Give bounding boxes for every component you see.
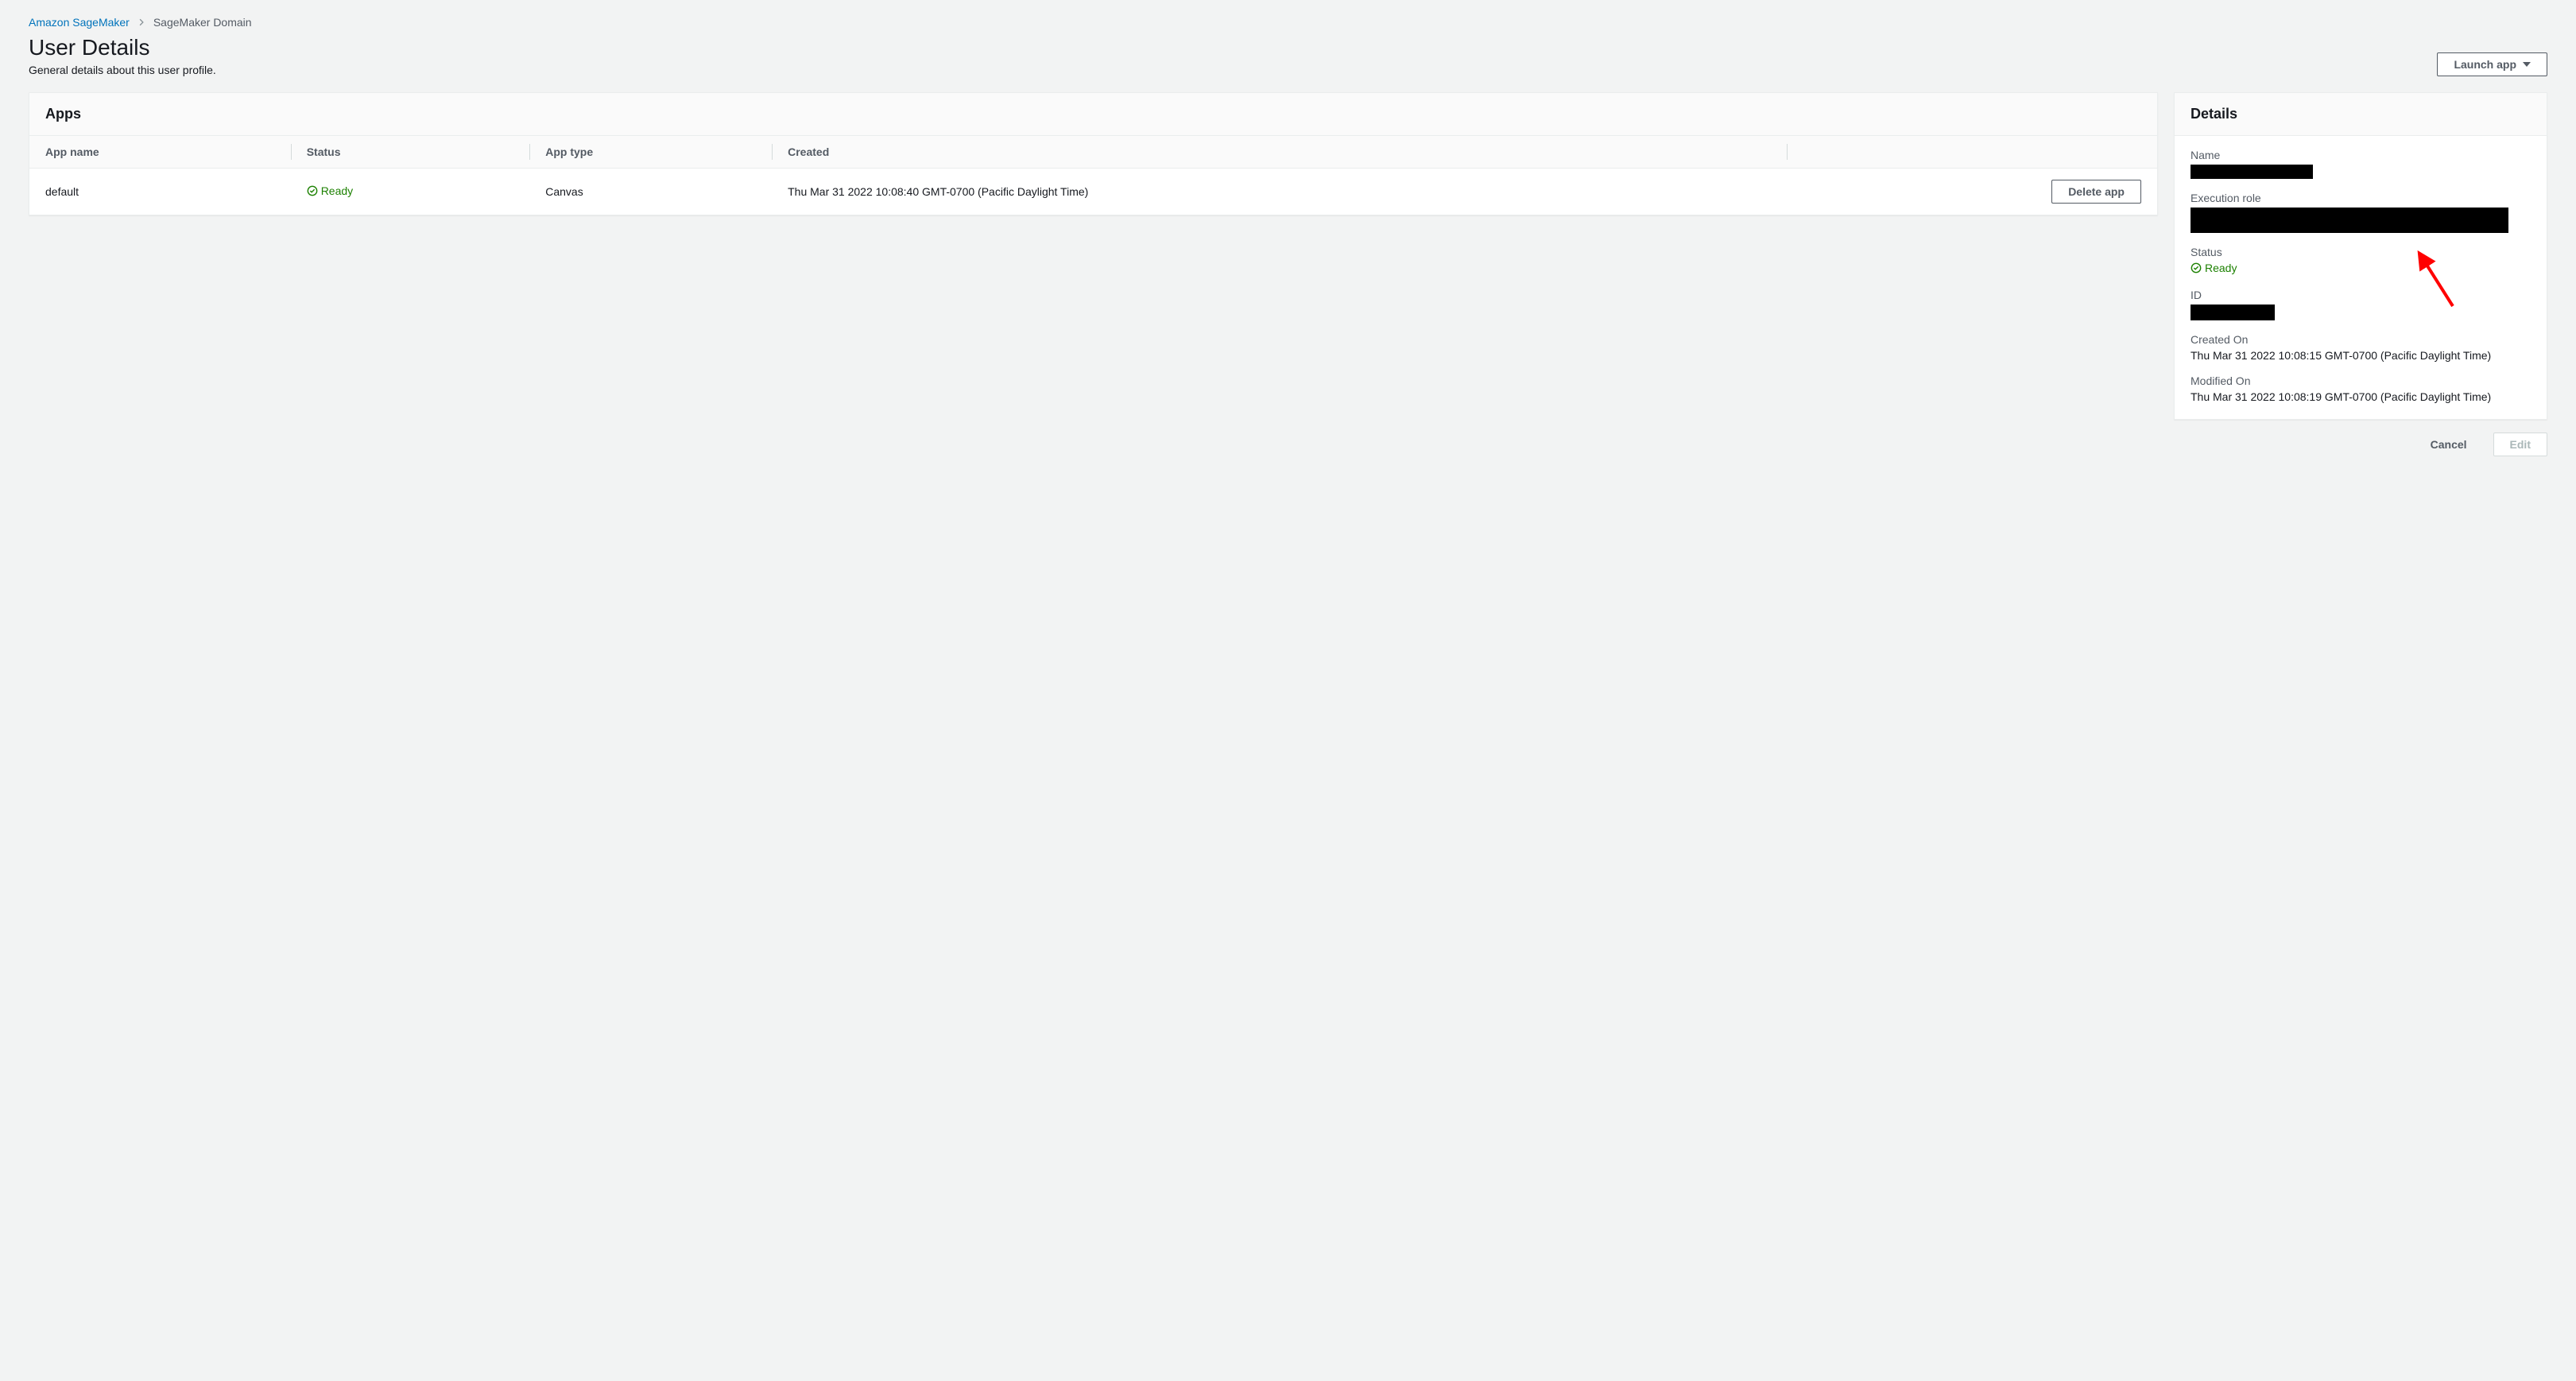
check-circle-icon	[2191, 262, 2202, 273]
cancel-button[interactable]: Cancel	[2414, 433, 2484, 456]
cell-app-name: default	[29, 169, 291, 215]
status-text: Ready	[321, 184, 353, 197]
detail-value-status: Ready	[2205, 262, 2237, 274]
redacted-execution-role-value	[2191, 208, 2508, 233]
launch-app-button[interactable]: Launch app	[2437, 52, 2547, 76]
chevron-right-icon	[138, 18, 145, 26]
caret-down-icon	[2523, 62, 2531, 67]
table-row: default Ready Canvas Thu Mar 31 202	[29, 169, 2157, 215]
col-app-type[interactable]: App type	[529, 136, 772, 169]
detail-value-modified-on: Thu Mar 31 2022 10:08:19 GMT-0700 (Pacif…	[2191, 390, 2531, 403]
apps-table: App name Status App type Created default	[29, 136, 2157, 215]
footer-actions: Cancel Edit	[2174, 433, 2547, 456]
delete-app-button[interactable]: Delete app	[2051, 180, 2141, 204]
detail-value-created-on: Thu Mar 31 2022 10:08:15 GMT-0700 (Pacif…	[2191, 349, 2531, 362]
detail-label-modified-on: Modified On	[2191, 374, 2531, 387]
detail-label-status: Status	[2191, 246, 2531, 258]
col-actions	[1787, 136, 2157, 169]
detail-label-execution-role: Execution role	[2191, 192, 2531, 204]
cell-created: Thu Mar 31 2022 10:08:40 GMT-0700 (Pacif…	[772, 169, 1786, 215]
page-title: User Details	[29, 35, 216, 60]
col-status[interactable]: Status	[291, 136, 530, 169]
page-subtitle: General details about this user profile.	[29, 64, 216, 76]
breadcrumb-root-link[interactable]: Amazon SageMaker	[29, 16, 130, 29]
check-circle-icon	[307, 185, 318, 196]
col-created[interactable]: Created	[772, 136, 1786, 169]
details-panel: Details Name Execution role Status	[2174, 92, 2547, 420]
edit-button[interactable]: Edit	[2493, 433, 2547, 456]
details-panel-title: Details	[2191, 106, 2531, 122]
apps-panel-title: Apps	[45, 106, 2141, 122]
apps-panel: Apps App name Status App type Created de…	[29, 92, 2158, 215]
detail-label-created-on: Created On	[2191, 333, 2531, 346]
cell-status: Ready	[291, 169, 530, 215]
detail-label-id: ID	[2191, 289, 2531, 301]
breadcrumb-current: SageMaker Domain	[153, 16, 252, 29]
col-app-name[interactable]: App name	[29, 136, 291, 169]
cell-app-type: Canvas	[529, 169, 772, 215]
redacted-id-value	[2191, 305, 2275, 320]
breadcrumb: Amazon SageMaker SageMaker Domain	[29, 16, 2547, 29]
detail-label-name: Name	[2191, 149, 2531, 161]
redacted-name-value	[2191, 165, 2313, 179]
launch-app-label: Launch app	[2454, 58, 2516, 71]
